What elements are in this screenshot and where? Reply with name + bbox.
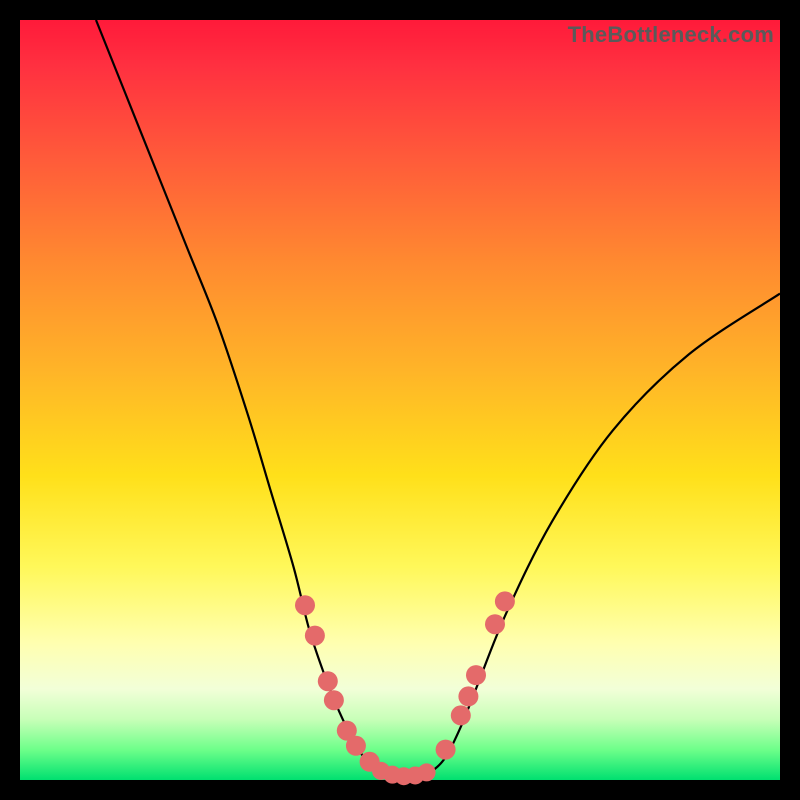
plot-area: TheBottleneck.com xyxy=(20,20,780,780)
highlight-dot xyxy=(485,614,505,634)
highlight-dot xyxy=(295,595,315,615)
highlight-dot xyxy=(346,736,366,756)
highlight-dot xyxy=(466,665,486,685)
highlight-dot xyxy=(305,626,325,646)
curve-layer xyxy=(20,20,780,780)
highlight-dot xyxy=(318,671,338,691)
highlight-dot xyxy=(495,591,515,611)
highlight-dot xyxy=(451,705,471,725)
highlight-dot xyxy=(324,690,344,710)
highlight-dot xyxy=(436,740,456,760)
bottleneck-curve xyxy=(96,20,780,781)
highlight-dots-group xyxy=(295,591,515,785)
chart-frame: TheBottleneck.com xyxy=(0,0,800,800)
highlight-dot xyxy=(418,763,436,781)
highlight-dot xyxy=(458,686,478,706)
